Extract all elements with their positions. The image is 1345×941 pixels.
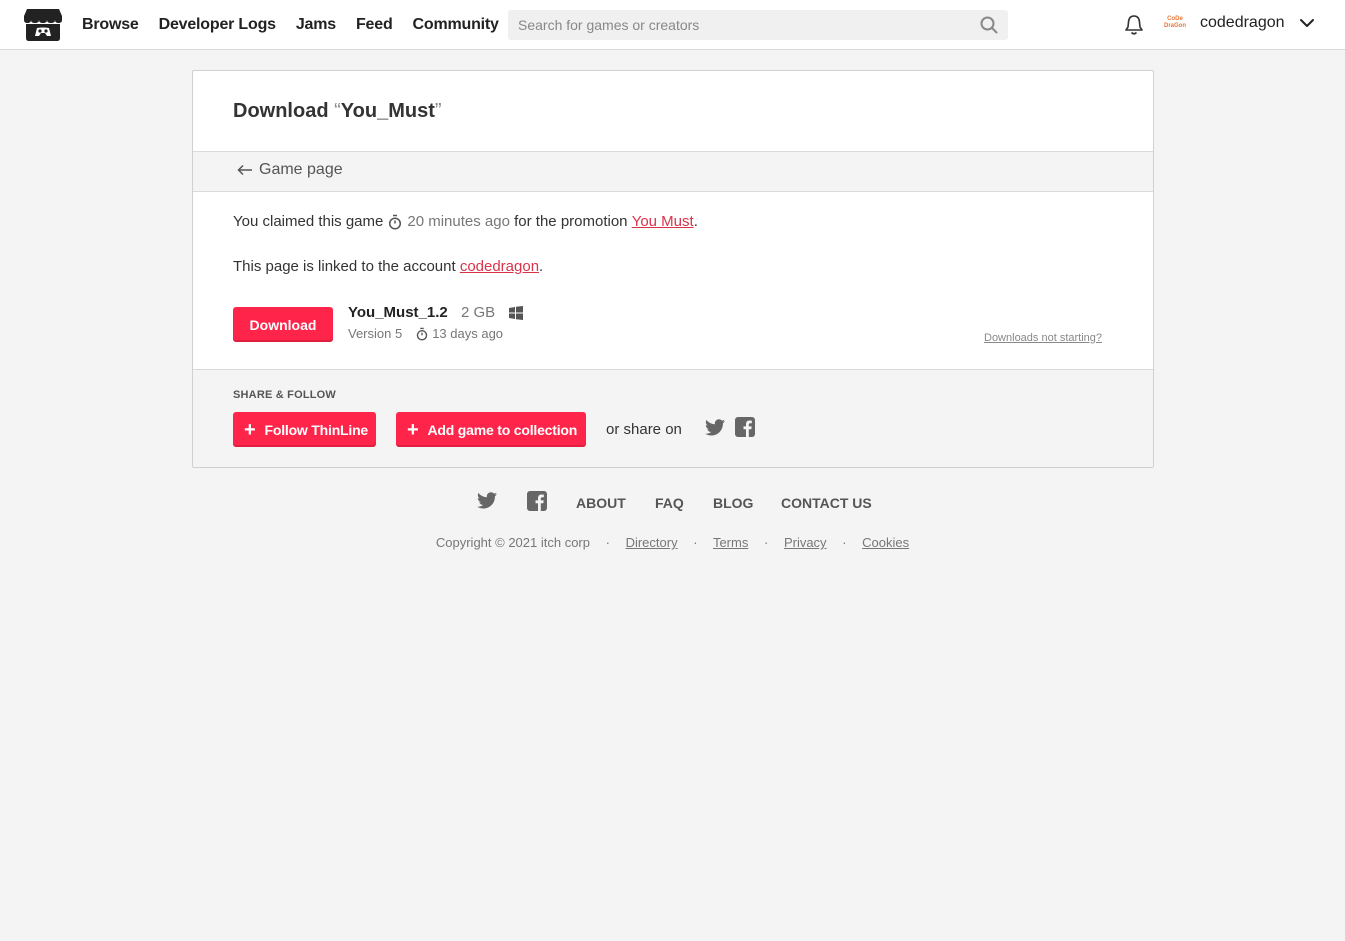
claim-middle: for the promotion xyxy=(514,213,628,230)
nav-jams[interactable]: Jams xyxy=(296,16,336,34)
arrow-left-icon xyxy=(237,164,252,176)
plus-icon: + xyxy=(244,418,256,441)
separator: · xyxy=(693,535,698,550)
download-card: Download “You_Must” Game page You claime… xyxy=(192,70,1154,468)
claim-time: 20 minutes ago xyxy=(383,213,510,230)
footer-about-link[interactable]: ABOUT xyxy=(576,495,626,511)
username-label[interactable]: codedragon xyxy=(1200,14,1285,32)
follow-button[interactable]: + Follow ThinLine xyxy=(233,412,376,447)
main-nav: Browse Developer Logs Jams Feed Communit… xyxy=(82,0,519,50)
game-page-label: Game page xyxy=(259,161,343,178)
facebook-icon[interactable] xyxy=(735,417,755,437)
facebook-icon[interactable] xyxy=(527,491,547,511)
file-version: Version 5 xyxy=(348,326,403,341)
avatar[interactable]: CoDe DraGon xyxy=(1161,12,1189,36)
add-to-collection-button[interactable]: + Add game to collection xyxy=(396,412,586,447)
itch-logo-icon[interactable] xyxy=(23,7,63,43)
file-name: You_Must_1.2 xyxy=(348,304,448,321)
footer-faq-link[interactable]: FAQ xyxy=(655,495,684,511)
title-open-quote: “ xyxy=(334,100,341,122)
separator: · xyxy=(763,535,769,550)
title-game-name: You_Must xyxy=(340,100,435,122)
claim-prefix: You claimed this game xyxy=(233,213,384,230)
download-button[interactable]: Download xyxy=(233,307,333,342)
twitter-icon[interactable] xyxy=(477,492,497,509)
footer-blog-link[interactable]: BLOG xyxy=(713,495,753,511)
follow-label: Follow ThinLine xyxy=(264,421,369,438)
notification-bell-icon[interactable] xyxy=(1124,14,1144,36)
footer-privacy-link[interactable]: Privacy xyxy=(784,535,827,550)
claim-time-text: 20 minutes ago xyxy=(407,213,510,230)
title-prefix: Download xyxy=(233,100,329,122)
back-bar: Game page xyxy=(193,151,1153,192)
promotion-link[interactable]: You Must xyxy=(632,213,694,230)
downloads-not-starting-link[interactable]: Downloads not starting? xyxy=(984,332,1102,344)
search-input[interactable] xyxy=(508,17,968,33)
file-size: 2 GB xyxy=(461,304,496,321)
footer-contact-link[interactable]: CONTACT US xyxy=(781,495,872,511)
stopwatch-icon xyxy=(389,214,402,230)
nav-developer-logs[interactable]: Developer Logs xyxy=(159,16,276,34)
share-on-label: or share on xyxy=(606,421,682,438)
nav-community[interactable]: Community xyxy=(413,16,499,34)
claim-info: You claimed this game 20 minutes ago for… xyxy=(233,213,698,230)
search-bar xyxy=(508,10,1008,40)
account-link[interactable]: codedragon xyxy=(460,258,539,275)
chevron-down-icon[interactable] xyxy=(1299,17,1315,29)
windows-icon xyxy=(509,306,523,320)
linked-suffix: . xyxy=(539,258,544,275)
twitter-icon[interactable] xyxy=(705,419,725,436)
separator: · xyxy=(605,535,610,550)
collection-label: Add game to collection xyxy=(427,421,578,438)
nav-feed[interactable]: Feed xyxy=(356,16,393,34)
stopwatch-icon xyxy=(416,327,428,341)
copyright-bar: Copyright © 2021 itch corp · Directory ·… xyxy=(0,535,1345,550)
page-title: Download “You_Must” xyxy=(233,100,442,123)
top-header: Browse Developer Logs Jams Feed Communit… xyxy=(0,0,1345,50)
search-icon[interactable] xyxy=(980,16,998,34)
footer-directory-link[interactable]: Directory xyxy=(626,535,678,550)
share-follow-section: SHARE & FOLLOW + Follow ThinLine + Add g… xyxy=(193,369,1153,467)
separator: · xyxy=(842,535,847,550)
file-age: 13 days ago xyxy=(432,326,504,341)
nav-browse[interactable]: Browse xyxy=(82,16,139,34)
footer-terms-link[interactable]: Terms xyxy=(713,535,748,550)
share-follow-label: SHARE & FOLLOW xyxy=(233,389,337,401)
title-close-quote: ” xyxy=(434,100,442,122)
plus-icon: + xyxy=(407,418,419,441)
file-meta: Version 5 13 days ago xyxy=(348,326,503,341)
claim-suffix: . xyxy=(693,213,698,230)
linked-prefix: This page is linked to the account xyxy=(233,258,456,275)
game-page-link[interactable]: Game page xyxy=(237,161,343,179)
copyright-text: Copyright © 2021 itch corp xyxy=(435,535,590,550)
footer-cookies-link[interactable]: Cookies xyxy=(862,535,909,550)
linked-account-info: This page is linked to the account coded… xyxy=(233,258,543,275)
footer-links: ABOUT FAQ BLOG CONTACT US xyxy=(0,491,1345,516)
